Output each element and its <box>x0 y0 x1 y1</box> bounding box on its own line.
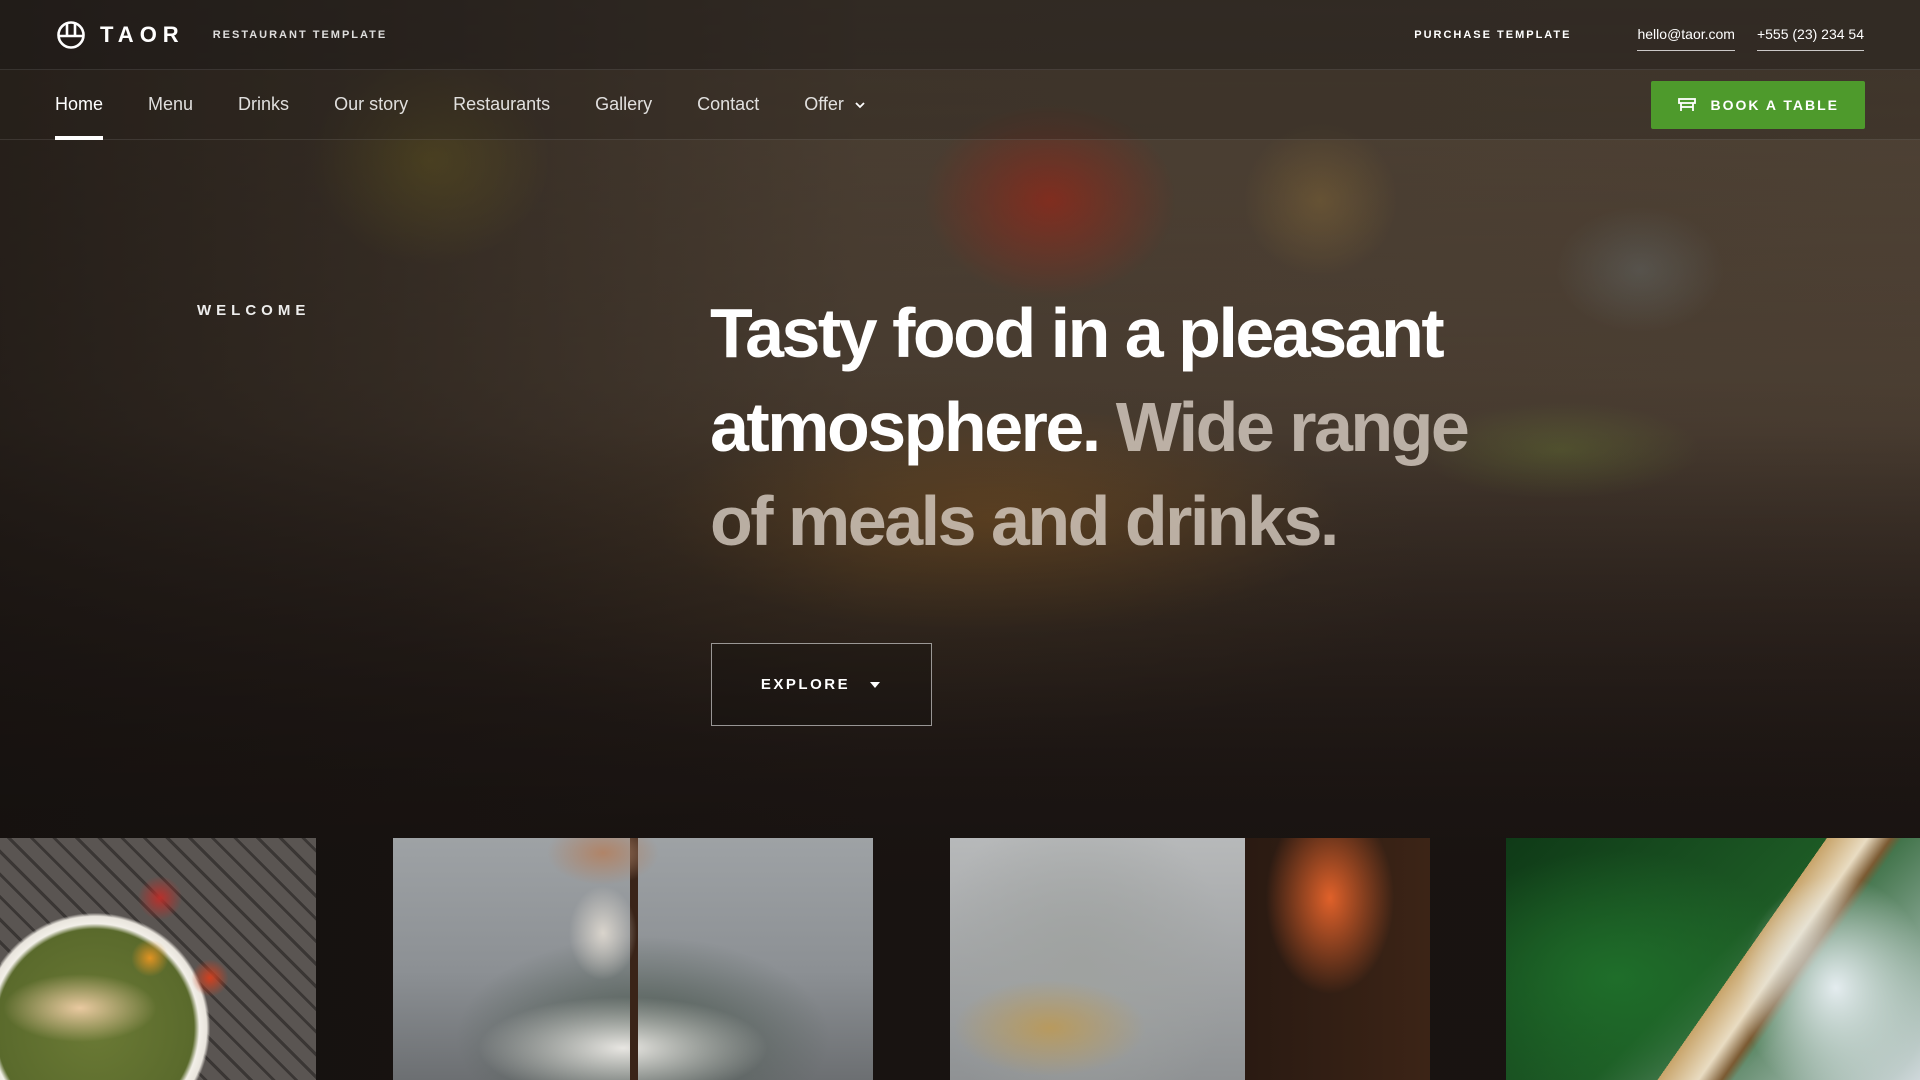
top-bar: TAOR RESTAURANT TEMPLATE PURCHASE TEMPLA… <box>0 0 1920 70</box>
gallery-thumb-champagne[interactable] <box>1506 838 1920 1080</box>
book-a-table-label: BOOK A TABLE <box>1710 96 1839 113</box>
brand-tagline: RESTAURANT TEMPLATE <box>212 28 388 41</box>
gallery-thumb-cognac[interactable] <box>950 838 1430 1080</box>
phone-link[interactable]: +555 (23) 234 54 <box>1756 26 1864 51</box>
explore-button[interactable]: EXPLORE <box>711 643 932 726</box>
nav-item-drinks[interactable]: Drinks <box>238 70 289 140</box>
nav-item-contact[interactable]: Contact <box>697 70 759 140</box>
nav-item-our-story[interactable]: Our story <box>334 70 408 140</box>
nav-item-offer[interactable]: Offer <box>804 70 866 140</box>
email-link[interactable]: hello@taor.com <box>1637 26 1735 51</box>
hero-eyebrow: WELCOME <box>197 302 311 319</box>
nav-item-gallery[interactable]: Gallery <box>595 70 652 140</box>
explore-label: EXPLORE <box>760 676 851 693</box>
book-a-table-button[interactable]: BOOK A TABLE <box>1650 80 1865 129</box>
logo[interactable]: TAOR <box>56 20 185 50</box>
gallery-thumb-dessert[interactable] <box>393 838 873 1080</box>
purchase-template-link[interactable]: PURCHASE TEMPLATE <box>1414 29 1571 41</box>
chevron-down-icon <box>855 101 865 108</box>
main-nav: Home Menu Drinks Our story Restaurants G… <box>0 70 1920 140</box>
caret-down-icon <box>870 681 881 688</box>
nav-item-restaurants[interactable]: Restaurants <box>453 70 550 140</box>
brand-name: TAOR <box>100 21 185 47</box>
table-icon <box>1677 97 1696 111</box>
globe-logo-icon <box>57 20 85 49</box>
gallery-thumb-salad[interactable] <box>0 838 316 1080</box>
nav-item-home[interactable]: Home <box>55 70 104 140</box>
top-right-links: PURCHASE TEMPLATE hello@taor.com +555 (2… <box>1414 18 1864 51</box>
nav-item-menu[interactable]: Menu <box>148 70 193 140</box>
hero-headline: Tasty food in a pleasant atmosphere. Wid… <box>710 286 1510 568</box>
